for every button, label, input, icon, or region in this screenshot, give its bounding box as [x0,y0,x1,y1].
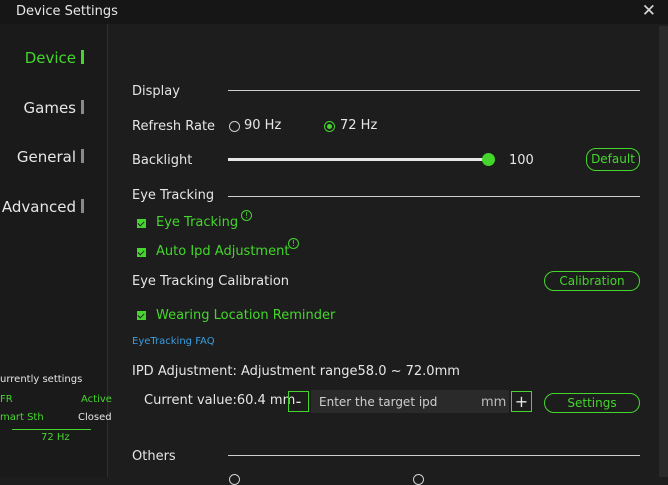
backlight-slider-track[interactable] [228,158,488,161]
check-icon[interactable] [137,219,146,228]
ipd-target-input[interactable] [311,390,509,413]
radio-label[interactable]: 72 Hz [340,118,377,133]
radio-90hz[interactable] [229,121,240,132]
ipd-plus-button[interactable]: + [511,391,532,412]
eye-tracking-checkbox-label[interactable]: Eye Tracking [156,215,238,230]
backlight-label: Backlight [132,153,193,168]
sidebar-item-label: Device [24,49,76,67]
calibration-label: Eye Tracking Calibration [132,274,290,289]
scrollbar[interactable] [659,26,668,477]
ipd-current-value: Current value:60.4 mm [144,393,296,408]
sidebar-item-games[interactable]: Games [24,99,84,117]
ipd-settings-button[interactable]: Settings [544,393,640,413]
radio-72hz[interactable] [324,121,335,132]
sidebar-item-general[interactable]: General [17,148,84,166]
ipd-unit: mm [481,395,507,410]
backlight-slider-thumb[interactable] [482,153,495,166]
section-divider [228,196,640,197]
info-icon[interactable]: ! [288,238,299,249]
eyetracking-faq-link[interactable]: EyeTracking FAQ [132,336,215,347]
sidebar-item-label: Games [23,99,76,117]
calibration-button[interactable]: Calibration [544,271,640,291]
status-footer: 72 Hz [41,432,70,443]
window-title: Device Settings [16,4,118,19]
status-heading: urrently settings [0,374,83,385]
section-others: Others [132,449,176,464]
refresh-rate-label: Refresh Rate [132,119,216,134]
indicator [81,149,84,163]
section-divider [228,90,640,91]
check-icon[interactable] [137,311,146,320]
close-icon[interactable]: ✕ [642,1,656,21]
ipd-minus-button[interactable]: - [288,391,309,412]
radio-option[interactable] [413,474,424,485]
default-button[interactable]: Default [586,148,640,171]
ipd-adjustment-label: IPD Adjustment: Adjustment range58.0 ~ 7… [132,364,460,379]
section-eye-tracking: Eye Tracking [132,188,215,203]
backlight-value: 100 [509,153,534,168]
check-icon[interactable] [137,248,146,257]
status-divider [12,429,91,430]
sidebar-item-label: Advanced [1,198,76,216]
indicator [81,100,84,114]
active-indicator [81,50,84,64]
status-name: FR [0,394,13,405]
sidebar-item-label: General [16,148,76,166]
section-divider [228,455,640,456]
status-name: mart Sth [0,412,44,423]
info-icon[interactable]: ! [241,210,252,221]
radio-option[interactable] [229,474,240,485]
status-value: Active [81,394,112,405]
sidebar-item-advanced[interactable]: Advanced [2,198,84,216]
radio-label[interactable]: 90 Hz [244,118,281,133]
sidebar [0,24,108,477]
section-display: Display [132,84,180,99]
indicator [81,199,84,213]
status-value: Closed [78,412,112,423]
wearing-reminder-checkbox-label[interactable]: Wearing Location Reminder [156,308,335,323]
auto-ipd-checkbox-label[interactable]: Auto Ipd Adjustment [156,244,289,259]
sidebar-item-device[interactable]: Device [25,49,84,67]
